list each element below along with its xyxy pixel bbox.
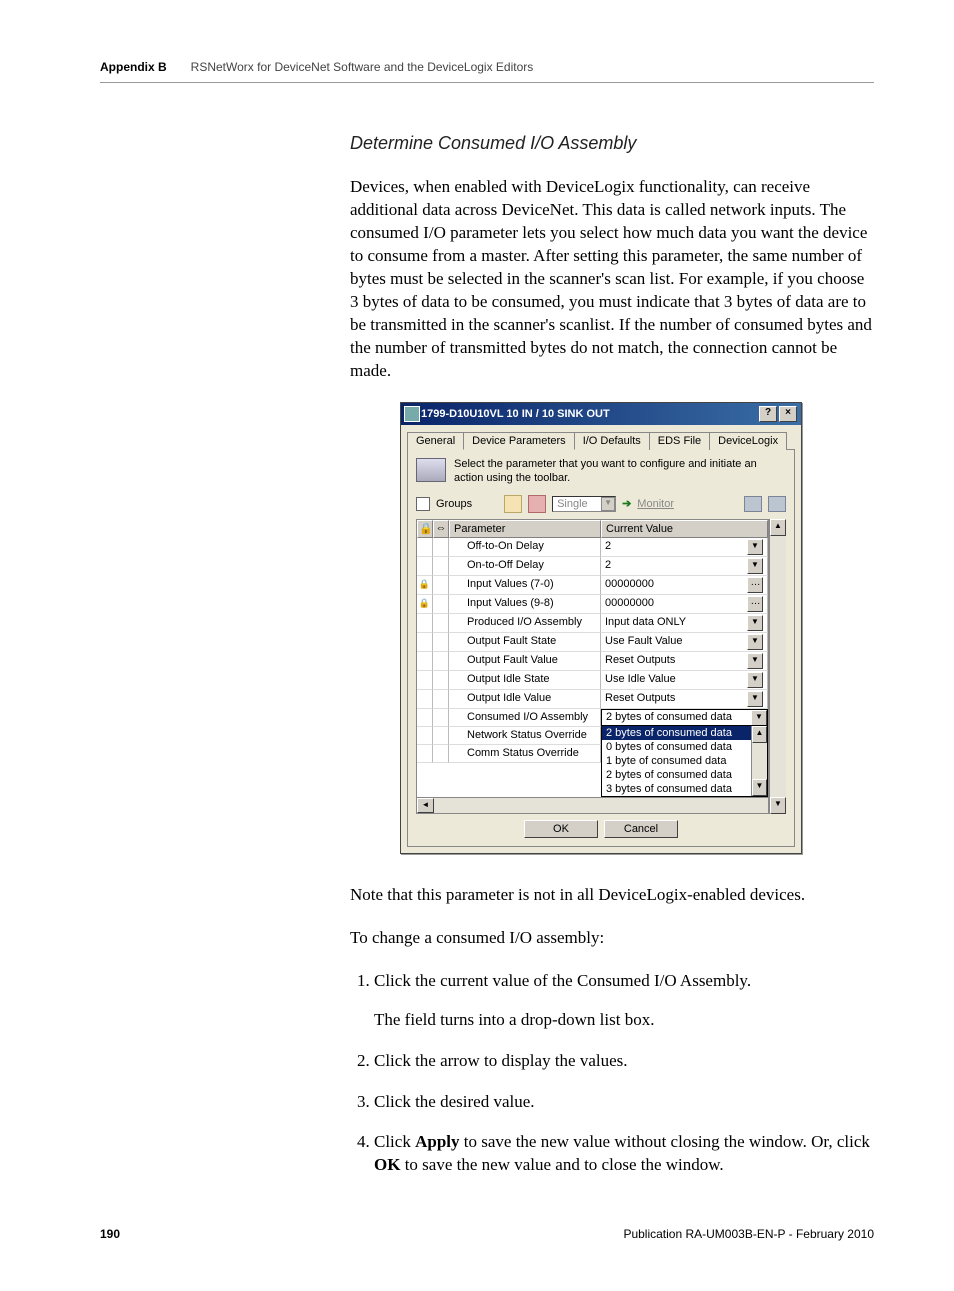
close-button[interactable]: ×	[779, 406, 797, 422]
table-row[interactable]: 🔒 Input Values (7-0) 00000000…	[417, 576, 768, 595]
toolbar-icon-4[interactable]	[768, 496, 786, 512]
step-3: Click the desired value.	[374, 1091, 874, 1114]
dropdown-option[interactable]: 1 byte of consumed data	[602, 754, 751, 768]
dropdown-button[interactable]: ▼	[751, 710, 767, 726]
publication-info: Publication RA-UM003B-EN-P - February 20…	[623, 1227, 874, 1241]
tab-eds-file[interactable]: EDS File	[649, 432, 710, 450]
scroll-up-icon[interactable]: ▲	[752, 726, 767, 743]
intro-paragraph: Devices, when enabled with DeviceLogix f…	[350, 176, 874, 382]
cancel-button[interactable]: Cancel	[604, 820, 678, 838]
page-number: 190	[100, 1227, 120, 1241]
appendix-label: Appendix B	[100, 60, 167, 74]
instruction-text: Select the parameter that you want to co…	[454, 458, 786, 484]
dropdown-option-selected[interactable]: 2 bytes of consumed data	[602, 726, 751, 740]
toolbar-icon-2[interactable]	[528, 495, 546, 513]
dropdown-option[interactable]: 3 bytes of consumed data	[602, 782, 751, 796]
dropdown-button[interactable]: ▼	[747, 672, 763, 688]
help-button[interactable]: ?	[759, 406, 777, 422]
consumed-io-dropdown[interactable]: 2 bytes of consumed data 0 bytes of cons…	[601, 725, 768, 797]
table-row[interactable]: Produced I/O Assembly Input data ONLY▼	[417, 614, 768, 633]
table-row[interactable]: Off-to-On Delay 2▼	[417, 538, 768, 557]
groups-label: Groups	[436, 498, 472, 510]
steps-list: Click the current value of the Consumed …	[350, 970, 874, 1178]
dropdown-button[interactable]: ▼	[747, 653, 763, 669]
parameters-toolbar: Groups Single ▼ ➔ Monitor	[416, 493, 786, 515]
monitor-label[interactable]: Monitor	[637, 498, 674, 510]
table-row[interactable]: Output Idle State Use Idle Value▼	[417, 671, 768, 690]
tab-strip: General Device Parameters I/O Defaults E…	[401, 425, 801, 449]
consumed-io-row[interactable]: Consumed I/O Assembly	[449, 709, 601, 727]
table-row[interactable]: 🔒 Input Values (9-8) 00000000…	[417, 595, 768, 614]
vertical-scrollbar[interactable]: ▲ ▼	[769, 519, 786, 814]
col-parameter: Parameter	[449, 520, 601, 538]
ok-button[interactable]: OK	[524, 820, 598, 838]
col-current-value: Current Value	[601, 520, 768, 538]
dropdown-button[interactable]: ▼	[747, 691, 763, 707]
scroll-up-icon[interactable]: ▲	[770, 519, 786, 536]
dropdown-button[interactable]: ▼	[747, 615, 763, 631]
scroll-down-icon[interactable]: ▼	[752, 779, 767, 796]
table-row[interactable]: Output Idle Value Reset Outputs▼	[417, 690, 768, 709]
arrow-right-icon: ➔	[622, 497, 631, 510]
page-header: Appendix B RSNetWorx for DeviceNet Softw…	[100, 60, 874, 74]
caret-down-icon: ▼	[601, 497, 615, 511]
table-row[interactable]: On-to-Off Delay 2▼	[417, 557, 768, 576]
consumed-io-value[interactable]: 2 bytes of consumed data	[606, 710, 732, 725]
dropdown-button[interactable]: ▼	[747, 634, 763, 650]
dialog-screenshot: 1799-D10U10VL 10 IN / 10 SINK OUT ? × Ge…	[400, 402, 874, 853]
tab-general[interactable]: General	[407, 432, 464, 450]
titlebar: 1799-D10U10VL 10 IN / 10 SINK OUT ? ×	[401, 403, 801, 425]
tab-devicelogix[interactable]: DeviceLogix	[709, 432, 787, 450]
ellipsis-button[interactable]: …	[747, 577, 763, 593]
header-title: RSNetWorx for DeviceNet Software and the…	[191, 60, 534, 74]
single-select[interactable]: Single ▼	[552, 496, 616, 512]
parameter-grid: 🔒 ⇔ Parameter Current Value Off-to-On De…	[416, 519, 786, 814]
dropdown-button[interactable]: ▼	[747, 558, 763, 574]
window-icon	[404, 406, 420, 422]
dropdown-option[interactable]: 2 bytes of consumed data	[602, 768, 751, 782]
page-footer: 190 Publication RA-UM003B-EN-P - Februar…	[100, 1227, 874, 1241]
scroll-down-icon[interactable]: ▼	[770, 797, 786, 814]
tab-device-parameters[interactable]: Device Parameters	[463, 432, 575, 450]
step-4: Click Apply to save the new value withou…	[374, 1131, 874, 1177]
ellipsis-button[interactable]: …	[747, 596, 763, 612]
table-row[interactable]: Output Fault Value Reset Outputs▼	[417, 652, 768, 671]
scroll-left-icon[interactable]: ◄	[417, 798, 434, 813]
dropdown-option[interactable]: 0 bytes of consumed data	[602, 740, 751, 754]
dropdown-button[interactable]: ▼	[747, 539, 763, 555]
instruction-icon	[416, 458, 446, 482]
dialog-title: 1799-D10U10VL 10 IN / 10 SINK OUT	[421, 408, 610, 420]
step-2: Click the arrow to display the values.	[374, 1050, 874, 1073]
tab-io-defaults[interactable]: I/O Defaults	[574, 432, 650, 450]
toolbar-icon-1[interactable]	[504, 495, 522, 513]
lock-icon: 🔒	[419, 598, 430, 608]
lock-icon: 🔒	[419, 579, 430, 589]
table-row[interactable]: Output Fault State Use Fault Value▼	[417, 633, 768, 652]
section-heading: Determine Consumed I/O Assembly	[350, 133, 874, 154]
col-link-icon: ⇔	[433, 520, 449, 538]
note-paragraph: Note that this parameter is not in all D…	[350, 884, 874, 907]
col-lock-icon: 🔒	[417, 520, 433, 538]
change-intro: To change a consumed I/O assembly:	[350, 927, 874, 950]
horizontal-scrollbar[interactable]: ◄	[417, 797, 768, 813]
header-rule	[100, 82, 874, 83]
step-1: Click the current value of the Consumed …	[374, 970, 874, 1032]
toolbar-icon-3[interactable]	[744, 496, 762, 512]
groups-checkbox[interactable]	[416, 497, 430, 511]
